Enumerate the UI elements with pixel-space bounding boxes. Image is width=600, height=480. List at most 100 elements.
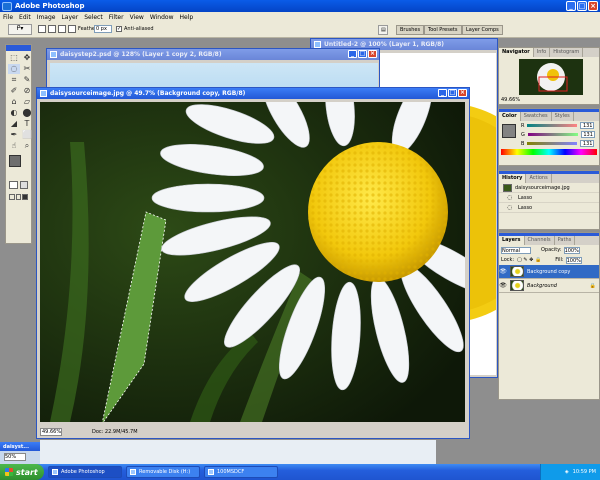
full-screen-menu-icon[interactable] <box>15 194 22 200</box>
doc-minimize-button[interactable]: _ <box>348 50 357 58</box>
tab-info[interactable]: Info <box>534 48 551 57</box>
blue-slider[interactable] <box>527 142 578 145</box>
opacity-field[interactable]: 100% <box>563 246 580 254</box>
document-title-bar[interactable]: daisysourceimage.jpg @ 49.7% (Background… <box>37 88 469 99</box>
gradient-tool-icon[interactable]: ◐ <box>8 108 20 118</box>
antialias-checkbox[interactable]: ✓ <box>116 26 122 32</box>
doc-close-button[interactable]: × <box>458 89 467 97</box>
color-swatch-preview[interactable] <box>502 124 516 138</box>
add-selection-icon[interactable] <box>48 25 56 33</box>
tab-styles[interactable]: Styles <box>552 112 574 121</box>
red-slider[interactable] <box>527 124 578 127</box>
doc-maximize-button[interactable]: □ <box>358 50 367 58</box>
tab-swatches[interactable]: Swatches <box>521 112 552 121</box>
new-selection-icon[interactable] <box>38 25 46 33</box>
lock-icons[interactable]: ▢ ✎ ✥ 🔒 <box>517 257 541 263</box>
screen-mode-icon[interactable] <box>9 194 15 200</box>
document-zoom-field[interactable]: 49.66% <box>40 428 62 436</box>
blend-mode-select[interactable]: Normal <box>501 246 531 254</box>
slice-tool-icon[interactable]: ✎ <box>21 75 33 85</box>
menu-help[interactable]: Help <box>180 14 194 21</box>
pen-tool-icon[interactable]: ✒ <box>8 130 20 140</box>
full-screen-icon[interactable] <box>22 194 29 200</box>
palette-well-layer-comps[interactable]: Layer Comps <box>462 25 503 35</box>
shape-tool-icon[interactable]: ⬜ <box>21 130 33 140</box>
menu-file[interactable]: File <box>3 14 13 21</box>
red-value[interactable]: 131 <box>580 122 595 129</box>
marquee-tool-icon[interactable]: ⬚ <box>8 53 20 63</box>
taskbar-item-photoshop[interactable]: Adobe Photoshop <box>48 466 122 478</box>
menu-window[interactable]: Window <box>150 14 174 21</box>
tab-navigator[interactable]: Navigator <box>499 48 534 57</box>
image-canvas[interactable] <box>40 102 465 422</box>
eye-icon[interactable]: 👁 <box>499 282 507 289</box>
tab-color[interactable]: Color <box>499 112 521 121</box>
tab-history[interactable]: History <box>499 174 527 183</box>
fill-field[interactable]: 100% <box>565 256 582 264</box>
start-button[interactable]: start <box>0 464 44 480</box>
doc-minimize-button[interactable]: _ <box>438 89 447 97</box>
eraser-tool-icon[interactable]: ⊘ <box>21 86 33 96</box>
brush-tool-icon[interactable]: ✐ <box>8 86 20 96</box>
path-selection-tool-icon[interactable]: ◢ <box>8 119 20 129</box>
eye-icon[interactable]: 👁 <box>499 268 507 275</box>
tab-channels[interactable]: Channels <box>525 236 555 245</box>
menu-select[interactable]: Select <box>84 14 103 21</box>
history-step[interactable]: ◌ Lasso <box>499 193 599 203</box>
minimize-button[interactable]: _ <box>566 1 576 11</box>
tray-speaker-icon[interactable]: ◈ <box>565 469 569 475</box>
tab-layers[interactable]: Layers <box>499 236 525 245</box>
crop-tool-icon[interactable]: ⌗ <box>8 75 20 85</box>
menu-image[interactable]: Image <box>37 14 56 21</box>
feather-input[interactable]: 0 px <box>94 25 112 33</box>
menu-filter[interactable]: Filter <box>109 14 124 21</box>
layer-row-background[interactable]: 👁 Background 🔒 <box>499 279 599 293</box>
tab-histogram[interactable]: Histogram <box>550 48 584 57</box>
hand-tool-icon[interactable]: ☝ <box>8 141 20 151</box>
green-value[interactable]: 131 <box>580 131 595 138</box>
tool-preset-picker[interactable]: ᑭ▾ <box>8 24 32 35</box>
stamp-tool-icon[interactable]: ⌂ <box>8 97 20 107</box>
history-snapshot[interactable]: daisysourceimage.jpg <box>499 183 599 193</box>
doc-maximize-button[interactable]: □ <box>448 89 457 97</box>
history-brush-tool-icon[interactable]: ▱ <box>21 97 33 107</box>
quick-mask-icon[interactable] <box>19 181 28 189</box>
blue-value[interactable]: 131 <box>580 140 595 147</box>
standard-mode-icon[interactable] <box>9 181 18 189</box>
type-tool-icon[interactable]: T <box>21 119 33 129</box>
history-step[interactable]: ◌ Lasso <box>499 203 599 213</box>
close-button[interactable]: × <box>588 1 598 11</box>
tab-actions[interactable]: Actions <box>526 174 552 183</box>
taskbar-item-100msdcf[interactable]: 100MSDCF <box>204 466 278 478</box>
color-ramp[interactable] <box>501 149 597 155</box>
opacity-label: Opacity: <box>541 247 562 253</box>
taskbar-item-removable-disk[interactable]: Removable Disk (H:) <box>126 466 200 478</box>
doc-close-button[interactable]: × <box>368 50 377 58</box>
zoom-tool-icon[interactable]: ⌕ <box>21 141 33 151</box>
green-slider[interactable] <box>527 133 578 136</box>
document-size-info[interactable]: Doc: 22.9M/45.7M <box>92 429 138 435</box>
minimized-document-title[interactable]: daisyst... <box>0 442 40 451</box>
dodge-tool-icon[interactable]: ⬤ <box>21 108 33 118</box>
document-window-main[interactable]: daisysourceimage.jpg @ 49.7% (Background… <box>36 87 470 439</box>
navigator-thumbnail[interactable] <box>519 59 583 95</box>
clock[interactable]: 10:59 PM <box>573 469 596 475</box>
intersect-selection-icon[interactable] <box>68 25 76 33</box>
palette-well-tool-presets[interactable]: Tool Presets <box>424 25 462 35</box>
maximize-button[interactable]: □ <box>577 1 587 11</box>
move-tool-icon[interactable]: ✥ <box>21 53 33 63</box>
tab-paths[interactable]: Paths <box>555 236 576 245</box>
menu-view[interactable]: View <box>130 14 144 21</box>
menu-edit[interactable]: Edit <box>19 14 31 21</box>
magic-wand-tool-icon[interactable]: ✂ <box>21 64 33 74</box>
foreground-color-swatch[interactable] <box>9 155 21 167</box>
palette-well-brushes[interactable]: Brushes <box>396 25 425 35</box>
minimized-zoom-field[interactable]: 50% <box>4 453 26 461</box>
subtract-selection-icon[interactable] <box>58 25 66 33</box>
navigator-zoom[interactable]: 49.66% <box>501 97 520 103</box>
document-title-bar[interactable]: daisystep2.psd @ 128% (Layer 1 copy 2, R… <box>47 49 379 60</box>
file-browser-icon[interactable]: ▤ <box>378 25 388 35</box>
layer-row-background-copy[interactable]: 👁 Background copy <box>499 265 599 279</box>
menu-layer[interactable]: Layer <box>61 14 78 21</box>
lasso-tool-icon[interactable]: ◌ <box>8 64 20 74</box>
